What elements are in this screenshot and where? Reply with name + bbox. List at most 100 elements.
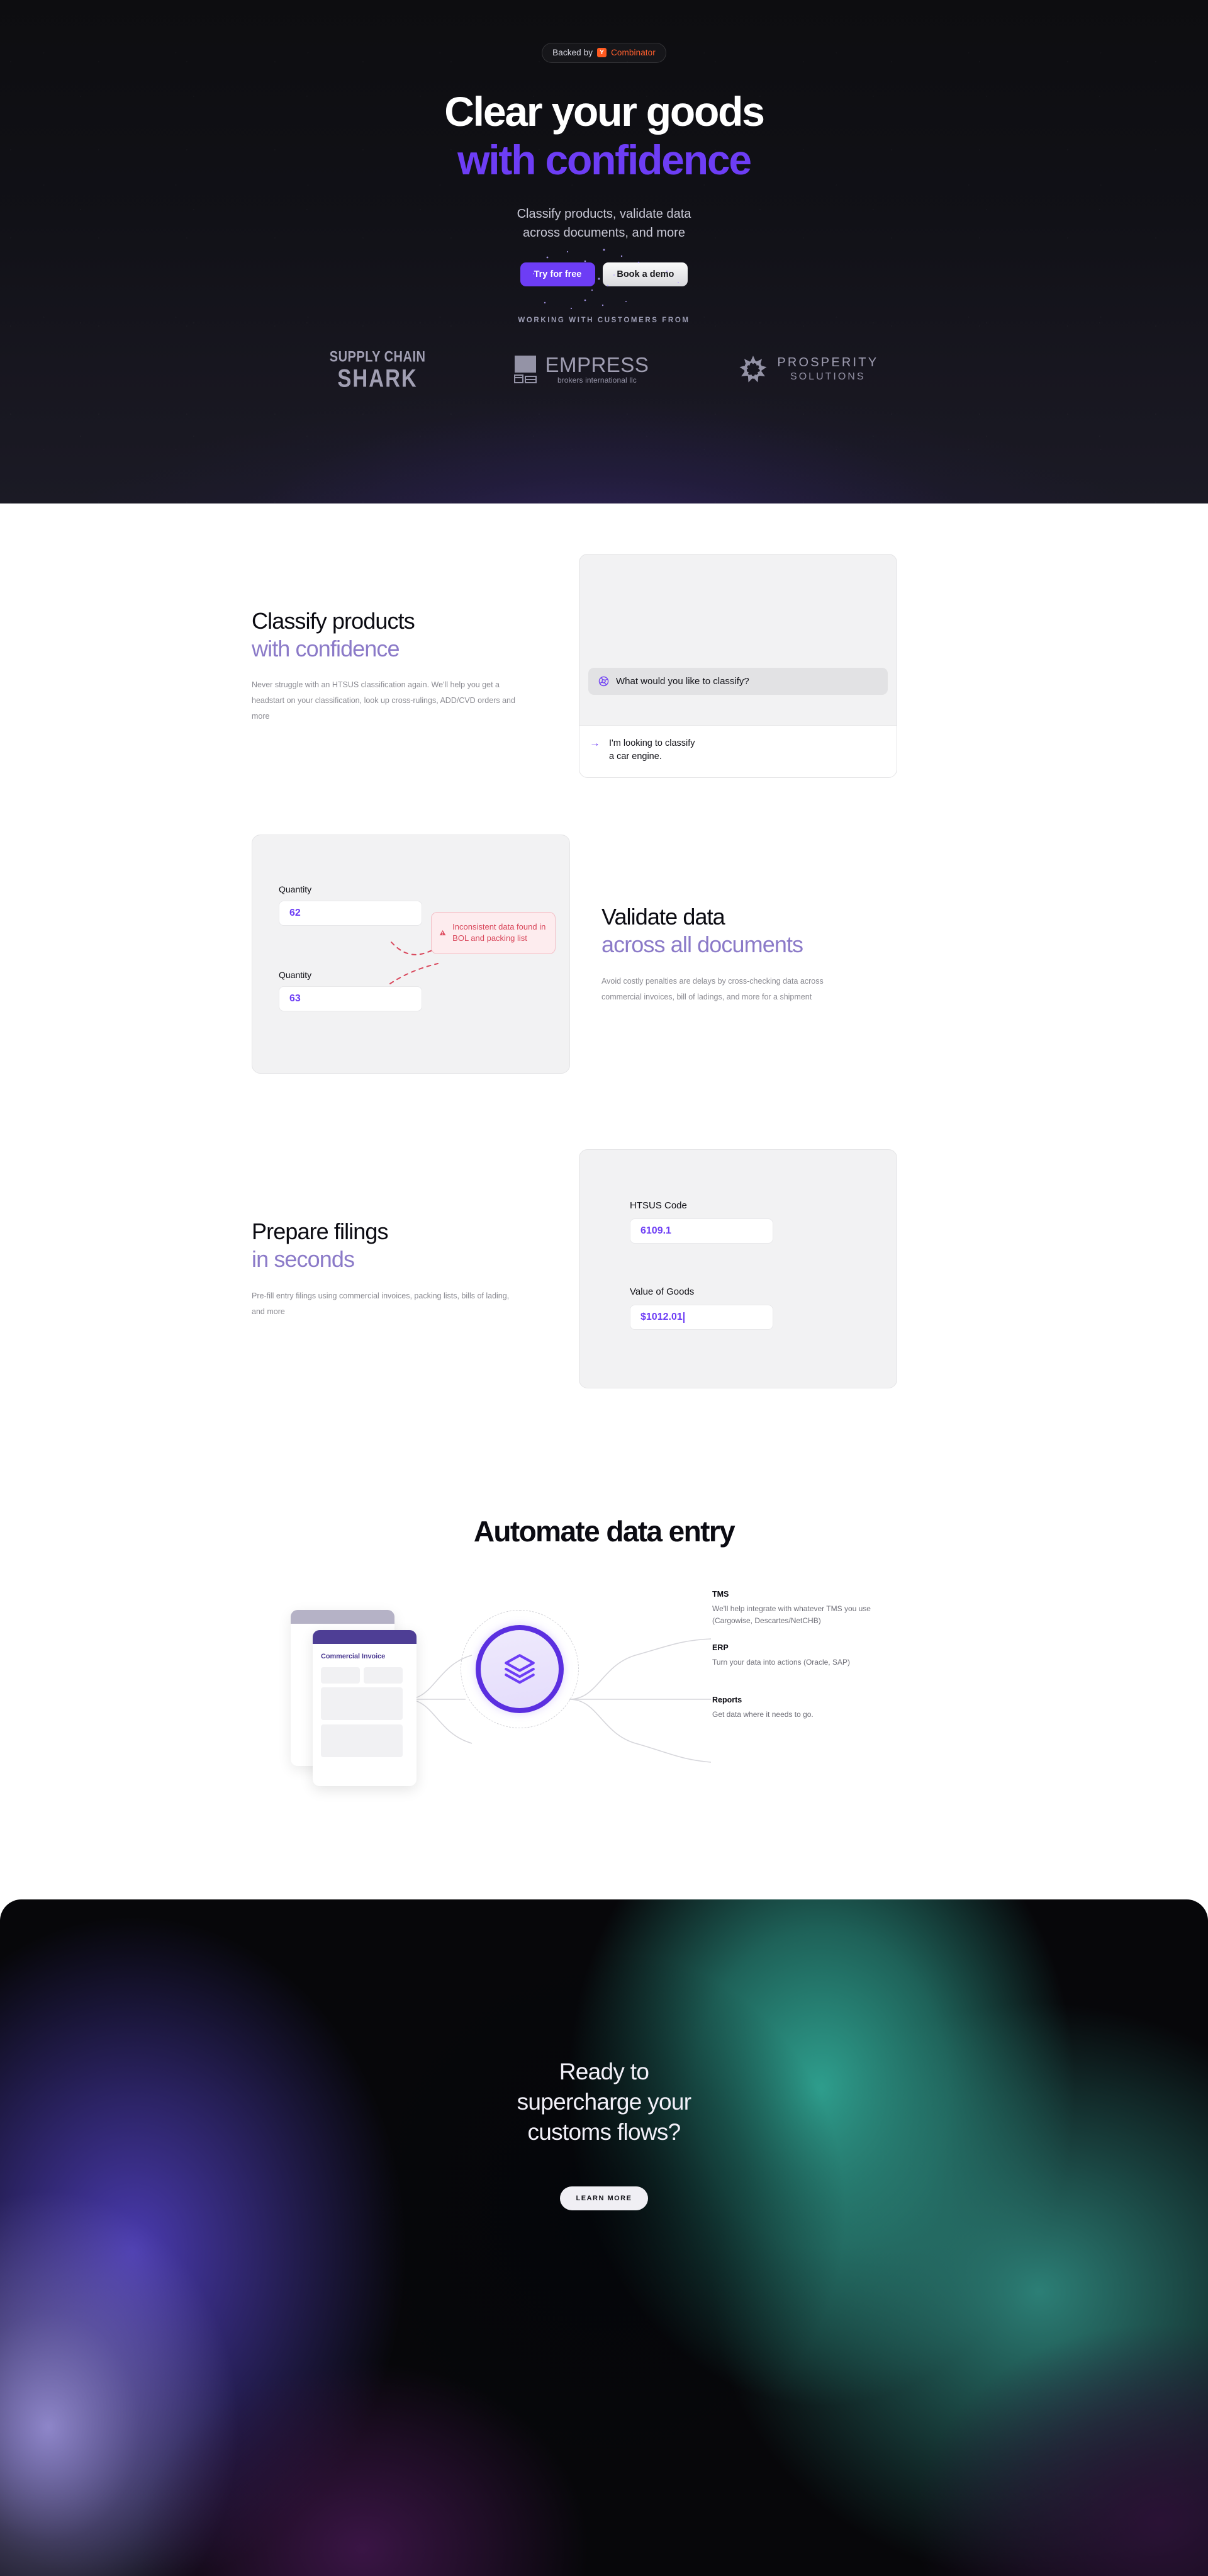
skeleton-box — [321, 1687, 403, 1720]
hero-title-line2: with confidence — [457, 137, 752, 184]
validate-demo-card: Quantity 62 Quantity 63 Inconsistent dat… — [252, 835, 570, 1074]
integration-tms-name: TMS — [712, 1590, 729, 1599]
skeleton-box — [321, 1667, 360, 1684]
automate-title: Automate data entry — [473, 1515, 735, 1548]
feature-classify-body: Never struggle with an HTSUS classificat… — [252, 680, 515, 721]
filings-field1-label: HTSUS Code — [630, 1200, 687, 1211]
commercial-invoice-title: Commercial Invoice — [321, 1653, 386, 1660]
feature-filings-heading-line2: in seconds — [252, 1246, 355, 1272]
classify-prompt-row: What would you like to classify? — [588, 668, 888, 695]
feature-validate-text: Validate data across all documents Avoid… — [570, 903, 897, 1005]
footer-heading-line2: supercharge your — [517, 2089, 691, 2115]
filings-field1-value: 6109.1 — [640, 1225, 671, 1236]
classify-demo-card: What would you like to classify? → I'm l… — [579, 554, 897, 778]
skeleton-box — [321, 1724, 403, 1757]
feature-validate-heading: Validate data across all documents — [601, 903, 897, 959]
feature-validate-heading-line2: across all documents — [601, 931, 803, 957]
classify-answer-text: I'm looking to classify a car engine. — [609, 737, 695, 763]
pinwheel-star-icon — [739, 355, 767, 383]
integration-item: Reports Get data where it needs to go. — [712, 1696, 901, 1721]
layers-icon — [505, 1654, 535, 1684]
hero-cta-group: Try for free Book a demo — [0, 249, 1208, 309]
integrations-list: TMS We'll help integrate with whatever T… — [712, 1590, 901, 1737]
feature-filings-body: Pre-fill entry filings using commercial … — [252, 1291, 510, 1316]
badge-prefix-label: Backed by — [552, 47, 593, 57]
feature-classify-products: Classify products with confidence Never … — [252, 503, 956, 778]
learn-more-button[interactable]: LEARN MORE — [559, 2186, 649, 2211]
footer-cta-heading: Ready to supercharge your customs flows? — [0, 2057, 1208, 2147]
validate-field1-value: 62 — [289, 908, 301, 918]
filings-demo-card: HTSUS Code 6109.1 Value of Goods $1012.0… — [579, 1149, 897, 1388]
hero-section: Backed by Y Combinator Clear your goods … — [0, 0, 1208, 503]
document-skeleton — [321, 1667, 408, 1757]
logo-empress-line1: EMPRESS — [545, 353, 649, 377]
logo-prosperity-line1: PROSPERITY — [777, 355, 879, 369]
validate-warning-text: Inconsistent data found in BOL and packi… — [452, 922, 546, 943]
footer-heading-line3: customs flows? — [527, 2119, 681, 2146]
node-core — [481, 1630, 559, 1708]
logo-prosperity-solutions: PROSPERITY SOLUTIONS — [737, 353, 878, 386]
automate-diagram: Commercial Invoice TMS We'll help integr… — [283, 1585, 925, 1799]
customer-logo-row: SUPPLY CHAIN SHARK EMPRESS brokers inter… — [0, 348, 1208, 392]
classify-answer-row[interactable]: → I'm looking to classify a car engine. — [579, 724, 897, 777]
feature-filings-heading-line1: Prepare filings — [252, 1218, 389, 1245]
footer-cta-section: Ready to supercharge your customs flows?… — [0, 1899, 1208, 2576]
footer-heading-line1: Ready to — [559, 2059, 649, 2084]
warning-triangle-icon — [439, 930, 446, 936]
try-for-free-button[interactable]: Try for free — [520, 262, 596, 286]
classify-answer-line2: a car engine. — [609, 751, 662, 762]
text-caret — [683, 1312, 685, 1323]
processing-node — [461, 1610, 579, 1728]
integration-tms-desc: We'll help integrate with whatever TMS y… — [712, 1604, 871, 1626]
feature-classify-heading-line1: Classify products — [252, 607, 415, 634]
customers-label: WORKING WITH CUSTOMERS FROM — [518, 316, 690, 324]
y-combinator-icon: Y — [597, 48, 607, 57]
validate-field1-input[interactable]: 62 — [279, 901, 422, 926]
logo-supply-chain-shark: SUPPLY CHAIN SHARK — [329, 348, 426, 392]
integration-reports-name: Reports — [712, 1695, 742, 1704]
filings-field2-value: $1012.01 — [640, 1312, 683, 1322]
hero-subtitle: Classify products, validate data across … — [0, 205, 1208, 242]
logo-prosperity-line2: SOLUTIONS — [790, 371, 866, 383]
hero-subtitle-line2: across documents, and more — [523, 225, 685, 240]
feature-validate-data: Quantity 62 Quantity 63 Inconsistent dat… — [252, 778, 956, 1074]
hero-title: Clear your goods with confidence — [0, 88, 1208, 184]
feature-validate-body: Avoid costly penalties are delays by cro… — [601, 976, 824, 1001]
validate-field1-label: Quantity — [279, 884, 312, 894]
classify-answer-line1: I'm looking to classify — [609, 738, 695, 748]
feature-classify-heading: Classify products with confidence — [252, 607, 528, 663]
skeleton-box — [364, 1667, 403, 1684]
warehouse-icon — [514, 356, 537, 384]
feature-classify-text: Classify products with confidence Never … — [252, 607, 579, 725]
logo-empress-line2: brokers international llc — [557, 376, 637, 385]
integration-item: ERP Turn your data into actions (Oracle,… — [712, 1643, 901, 1668]
footer-cta-content: Ready to supercharge your customs flows?… — [0, 1899, 1208, 2211]
automate-section: Automate data entry Commercial Invoice T… — [0, 1388, 1208, 1899]
feature-classify-heading-line2: with confidence — [252, 635, 400, 661]
integration-erp-name: ERP — [712, 1643, 729, 1653]
validate-warning-box: Inconsistent data found in BOL and packi… — [431, 912, 556, 954]
feature-prepare-filings: Prepare filings in seconds Pre-fill entr… — [252, 1074, 956, 1388]
validate-field2-value: 63 — [289, 993, 301, 1004]
badge-brand-label: Combinator — [611, 47, 656, 57]
book-a-demo-button[interactable]: Book a demo — [603, 262, 688, 286]
feature-filings-heading: Prepare filings in seconds — [252, 1218, 528, 1273]
integration-item: TMS We'll help integrate with whatever T… — [712, 1590, 901, 1627]
features-section: Classify products with confidence Never … — [0, 503, 1208, 1388]
logo-shark-line2: SHARK — [337, 363, 418, 392]
commercial-invoice-card: Commercial Invoice — [313, 1630, 417, 1786]
hero-title-line1: Clear your goods — [444, 88, 765, 135]
document-back-header-bar — [291, 1610, 394, 1624]
backed-by-yc-badge[interactable]: Backed by Y Combinator — [542, 43, 666, 63]
logo-shark-line1: SUPPLY CHAIN — [329, 348, 426, 366]
filings-value-of-goods-input[interactable]: $1012.01 — [630, 1305, 773, 1330]
integration-reports-desc: Get data where it needs to go. — [712, 1709, 814, 1719]
integration-erp-desc: Turn your data into actions (Oracle, SAP… — [712, 1658, 850, 1667]
filings-htsus-code-input[interactable]: 6109.1 — [630, 1218, 773, 1244]
feature-filings-text: Prepare filings in seconds Pre-fill entr… — [252, 1218, 579, 1320]
filings-field2-label: Value of Goods — [630, 1286, 695, 1297]
classify-question-text: What would you like to classify? — [616, 676, 749, 687]
logo-empress-brokers: EMPRESS brokers international llc — [513, 354, 649, 384]
aperture-icon — [598, 676, 609, 687]
document-front-header-bar — [313, 1630, 417, 1644]
